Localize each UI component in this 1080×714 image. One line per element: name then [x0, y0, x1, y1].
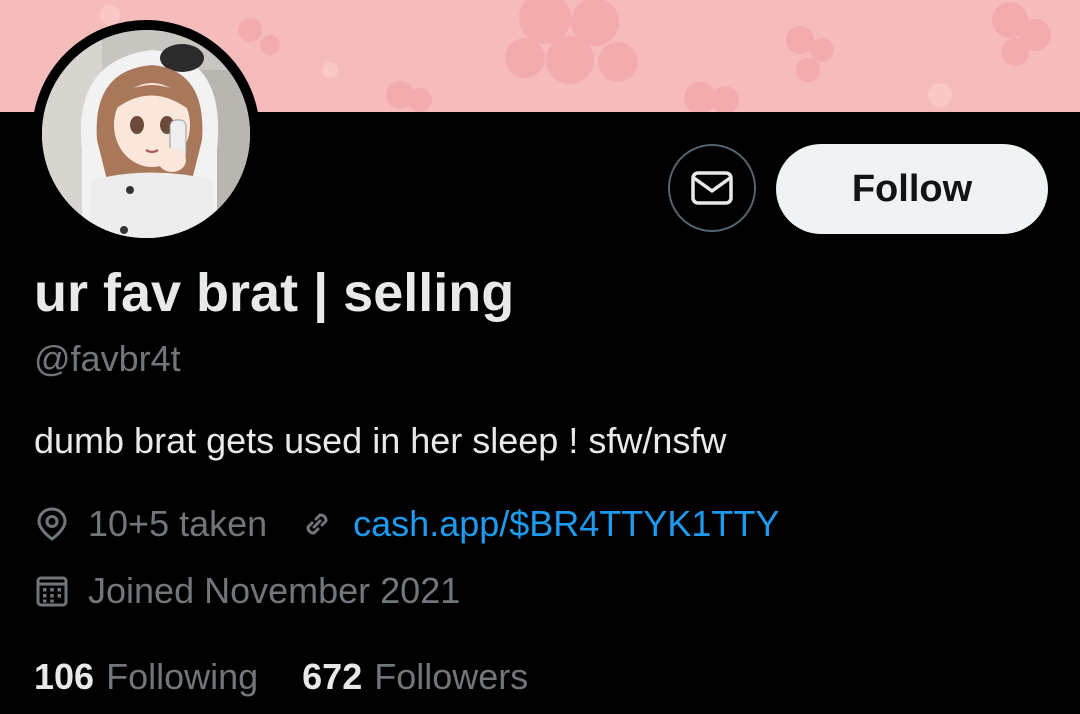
location-pin-icon — [34, 506, 70, 542]
profile-location: 10+5 taken — [88, 503, 268, 544]
avatar[interactable] — [42, 30, 250, 238]
user-handle: @favbr4t — [34, 338, 181, 379]
link-icon — [299, 506, 335, 542]
message-button[interactable] — [668, 144, 756, 232]
avatar-illustration — [42, 30, 250, 238]
profile-joined-date: Joined November 2021 — [88, 570, 461, 611]
display-name: ur fav brat | selling — [34, 263, 515, 323]
follow-button[interactable]: Follow — [776, 144, 1048, 234]
profile-meta-row: 10+5 taken cash.app/$BR4TTYK1TTY — [34, 502, 779, 546]
following-count: 106 — [34, 656, 95, 697]
following-stat[interactable]: 106 Following — [34, 656, 258, 698]
followers-count: 672 — [302, 656, 363, 697]
followers-stat[interactable]: 672 Followers — [302, 656, 528, 698]
profile-bio: dumb brat gets used in her sleep ! sfw/n… — [34, 420, 727, 461]
profile-website-link[interactable]: cash.app/$BR4TTYK1TTY — [353, 503, 779, 545]
profile-joined-row: Joined November 2021 — [34, 569, 460, 613]
envelope-icon — [691, 171, 733, 205]
calendar-icon — [34, 573, 70, 609]
profile-stats: 106 Following 672 Followers — [34, 654, 572, 700]
following-label: Following — [106, 656, 259, 697]
followers-label: Followers — [374, 656, 529, 697]
